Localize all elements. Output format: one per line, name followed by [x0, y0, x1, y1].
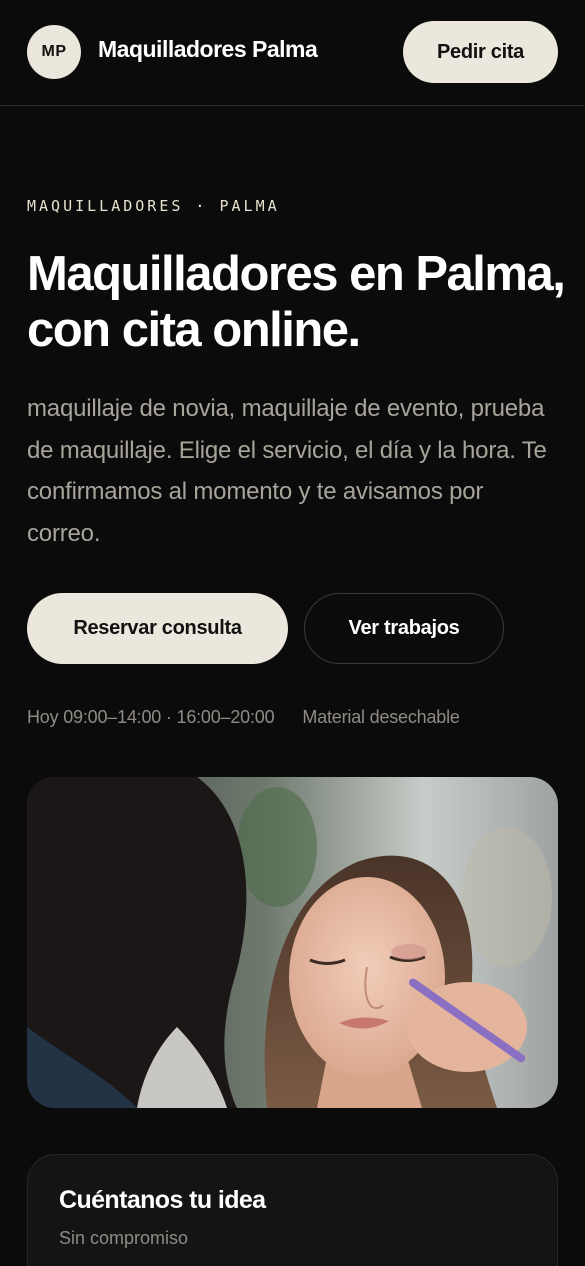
idea-card[interactable]: Cuéntanos tu idea Sin compromiso	[27, 1154, 558, 1266]
hero-description: maquillaje de novia, maquillaje de event…	[27, 395, 547, 547]
reserve-consultation-button[interactable]: Reservar consulta	[27, 593, 288, 664]
idea-card-subtitle: Sin compromiso	[59, 1228, 189, 1248]
view-work-button[interactable]: Ver trabajos	[304, 593, 504, 664]
page: MP Maquilladores Palma Pedir cita MAQUIL…	[0, 0, 585, 1266]
brand-name[interactable]: Maquilladores Palma	[98, 36, 318, 63]
info-row: Hoy 09:00–14:00 · 16:00–20:00 Material d…	[27, 705, 460, 729]
logo-badge[interactable]: MP	[27, 25, 81, 79]
opening-hours: Hoy 09:00–14:00 · 16:00–20:00	[27, 706, 275, 727]
makeup-photo-illustration	[27, 777, 558, 1108]
material-note: Material desechable	[302, 706, 460, 727]
hero-eyebrow: MAQUILLADORES · PALMA	[27, 197, 280, 215]
hero-photo	[27, 777, 558, 1108]
idea-card-title: Cuéntanos tu idea	[59, 1186, 266, 1214]
hero-title: Maquilladores en Palma, con cita online.	[27, 247, 566, 357]
book-appointment-button[interactable]: Pedir cita	[403, 21, 558, 83]
site-header: MP Maquilladores Palma Pedir cita	[0, 0, 585, 106]
